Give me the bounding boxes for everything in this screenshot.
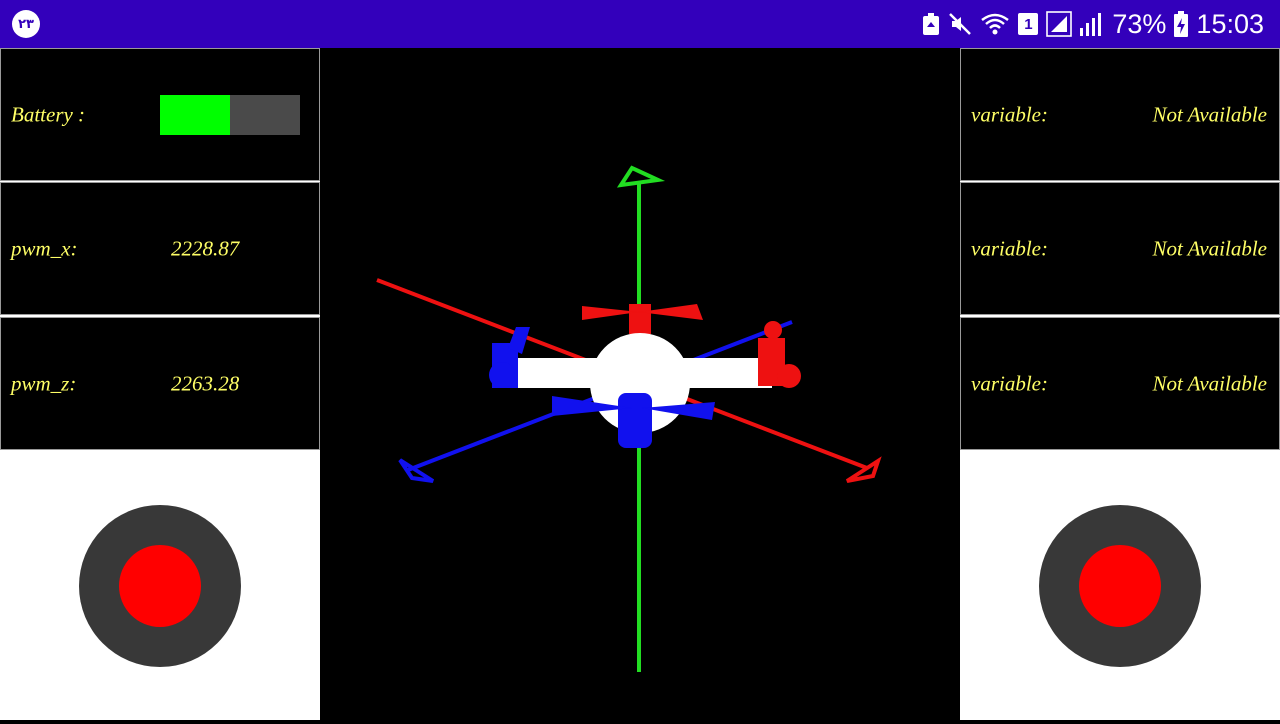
battery-percent: 73%	[1112, 8, 1167, 39]
battery-bar-fill	[160, 95, 230, 135]
variable-cell-3: variable: Not Available	[960, 317, 1280, 450]
pwm-x-cell: pwm_x: 2228.87	[0, 182, 320, 315]
clock-time: 15:03	[1196, 8, 1264, 39]
pwm-z-label: pwm_z:	[11, 371, 77, 395]
recycle-notification-icon	[923, 13, 940, 35]
signal-icon	[1046, 11, 1102, 37]
rear-motor	[629, 304, 651, 334]
left-panel: Battery : pwm_x: 2228.87 pwm_z: 2263.28	[0, 48, 320, 720]
right-joystick-knob[interactable]	[1079, 545, 1161, 627]
right-motor-hub	[777, 364, 801, 388]
left-joystick[interactable]	[79, 505, 241, 667]
left-joystick-knob[interactable]	[119, 545, 201, 627]
right-panel: variable: Not Available variable: Not Av…	[960, 48, 1280, 720]
battery-charging-icon	[1174, 11, 1189, 37]
right-joystick[interactable]	[1039, 505, 1201, 667]
status-icons: 1 73% 15:03	[922, 0, 1264, 48]
status-bar: ۲۳ 1 73% 15:03	[0, 0, 1280, 48]
drone-scene	[376, 165, 882, 672]
variable-value-2: Not Available	[1152, 236, 1267, 260]
app-notification-badge: ۲۳	[12, 10, 40, 38]
drone-3d-viewport[interactable]	[320, 48, 960, 720]
variable-cell-2: variable: Not Available	[960, 182, 1280, 315]
variable-cell-1: variable: Not Available	[960, 48, 1280, 181]
left-motor-hub	[489, 362, 515, 388]
right-motor-top	[764, 321, 782, 339]
variable-value-3: Not Available	[1152, 371, 1267, 395]
variable-label-2: variable:	[971, 236, 1048, 260]
variable-label-1: variable:	[971, 102, 1048, 126]
y-axis-arrowhead	[616, 165, 666, 188]
pwm-z-cell: pwm_z: 2263.28	[0, 317, 320, 450]
pwm-x-value: 2228.87	[171, 236, 240, 260]
front-motor	[618, 393, 652, 448]
mute-icon	[949, 13, 972, 35]
battery-label: Battery :	[11, 102, 86, 126]
battery-cell: Battery :	[0, 48, 320, 181]
sim-icon: 1	[1018, 13, 1039, 35]
pwm-z-value: 2263.28	[171, 371, 240, 395]
variable-value-1: Not Available	[1152, 102, 1267, 126]
pwm-x-label: pwm_x:	[11, 236, 78, 260]
wifi-icon	[981, 13, 1010, 35]
battery-bar	[160, 95, 300, 135]
variable-label-3: variable:	[971, 371, 1048, 395]
